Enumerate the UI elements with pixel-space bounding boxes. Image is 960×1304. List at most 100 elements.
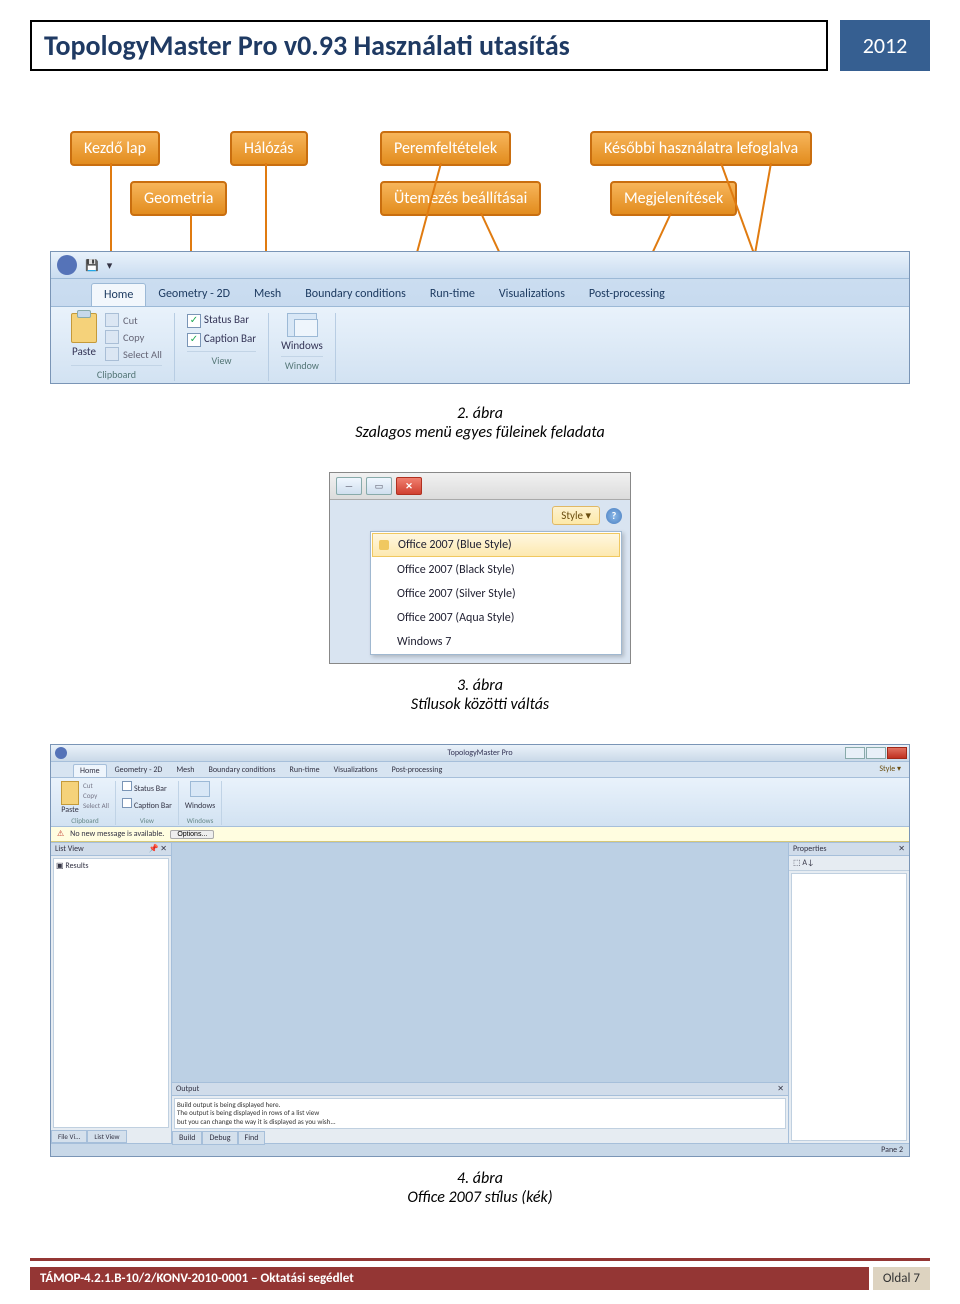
tab-find[interactable]: Find: [238, 1131, 266, 1145]
message-bar: ⚠ No new message is available. Options..…: [51, 827, 909, 842]
property-grid[interactable]: [791, 873, 907, 1141]
app-logo-icon: [55, 747, 67, 759]
caption-bar-check[interactable]: ✓Caption Bar: [187, 332, 256, 347]
style-button[interactable]: Style ▾: [879, 764, 907, 777]
footer-project: TÁMOP-4.2.1.B-10/2/KONV-2010-0001 – Okta…: [30, 1267, 869, 1290]
group-window: Windows Window: [269, 313, 336, 381]
list-view[interactable]: ▣ Results: [53, 858, 169, 1128]
select-all-button[interactable]: Select All: [105, 347, 162, 361]
message-text: No new message is available.: [70, 829, 164, 839]
tab-mesh[interactable]: Mesh: [170, 764, 200, 777]
tab-runtime[interactable]: Run-time: [284, 764, 326, 777]
tab-boundary[interactable]: Boundary conditions: [293, 283, 418, 306]
tab-postprocessing[interactable]: Post-processing: [386, 764, 449, 777]
tab-boundary[interactable]: Boundary conditions: [202, 764, 281, 777]
style-button[interactable]: Style ▾: [552, 506, 600, 525]
footer-page: Oldal 7: [869, 1267, 930, 1290]
app-titlebar: TopologyMaster Pro: [51, 745, 909, 762]
maximize-icon[interactable]: ▭: [366, 477, 392, 495]
figure-ribbon: 💾 ▾ Home Geometry - 2D Mesh Boundary con…: [50, 251, 910, 384]
options-button[interactable]: Options...: [170, 830, 214, 839]
main-canvas[interactable]: Output✕ Build output is being displayed …: [172, 843, 788, 1143]
style-option[interactable]: Windows 7: [371, 630, 621, 654]
close-icon[interactable]: ✕: [777, 1084, 784, 1094]
right-pane: Properties✕ ⬚ A↓: [788, 843, 909, 1143]
windows-button[interactable]: Windows: [281, 339, 323, 352]
close-icon[interactable]: ✕: [396, 477, 422, 495]
output-pane: Output✕ Build output is being displayed …: [172, 1082, 788, 1143]
paste-icon: [61, 781, 79, 805]
down-icon[interactable]: ▾: [107, 259, 113, 272]
select-all-icon: [105, 347, 119, 361]
ribbon-body: Paste Cut Copy Select All Clipboard ✓Sta…: [51, 306, 909, 383]
copy-button[interactable]: Copy: [83, 791, 109, 800]
status-bar-check[interactable]: ✓Status Bar: [187, 313, 249, 328]
tab-visualizations[interactable]: Visualizations: [328, 764, 384, 777]
doc-title: TopologyMaster Pro v0.93 Használati utas…: [30, 20, 828, 71]
figure-app-window: TopologyMaster Pro Home Geometry - 2D Me…: [50, 744, 910, 1157]
windows-button[interactable]: Windows: [185, 801, 215, 811]
style-option[interactable]: Office 2007 (Silver Style): [371, 582, 621, 606]
callout-geometry: Geometria: [130, 181, 227, 216]
group-view: ✓Status Bar ✓Caption Bar View: [175, 313, 269, 381]
save-icon[interactable]: 💾: [85, 259, 99, 272]
group-clipboard: Paste Cut Copy Select All Clipboard: [59, 313, 175, 381]
group-label: View: [187, 351, 256, 367]
quick-access-toolbar: 💾 ▾: [51, 252, 909, 279]
cut-icon: [105, 313, 119, 327]
group-label: Window: [281, 356, 323, 372]
app-logo-icon: [57, 255, 77, 275]
copy-icon: [105, 330, 119, 344]
copy-button[interactable]: Copy: [105, 330, 162, 344]
callout-runtime: Ütemezés beállításai: [380, 181, 541, 216]
minimize-icon[interactable]: [845, 747, 865, 759]
tab-postprocessing[interactable]: Post-processing: [577, 283, 677, 306]
callout-bc: Peremfeltételek: [380, 131, 511, 166]
window-controls: — ▭ ✕: [330, 473, 630, 500]
tree-item[interactable]: ▣ Results: [56, 861, 89, 871]
close-icon[interactable]: ✕: [898, 844, 905, 854]
left-pane: List View📌 ✕ ▣ Results File Vi... List V…: [51, 843, 172, 1143]
app-tabs: Home Geometry - 2D Mesh Boundary conditi…: [51, 762, 909, 777]
tab-visualizations[interactable]: Visualizations: [487, 283, 577, 306]
tab-geometry[interactable]: Geometry - 2D: [109, 764, 169, 777]
status-bar-check[interactable]: Status Bar: [122, 781, 172, 794]
style-option[interactable]: Office 2007 (Blue Style): [372, 533, 620, 557]
tab-mesh[interactable]: Mesh: [242, 283, 293, 306]
tab-fileview[interactable]: File Vi...: [51, 1130, 87, 1143]
warning-icon: ⚠: [57, 829, 64, 839]
figure-style-menu: — ▭ ✕ Style ▾ ? Office 2007 (Blue Style)…: [329, 472, 631, 664]
maximize-icon[interactable]: [866, 747, 886, 759]
figure-2-caption: 2. ábra Szalagos menü egyes füleinek fel…: [30, 404, 930, 442]
callout-mesh: Hálózás: [230, 131, 308, 166]
callout-vis: Megjelenítések: [610, 181, 737, 216]
tab-build[interactable]: Build: [172, 1131, 202, 1145]
pin-icon[interactable]: 📌 ✕: [149, 844, 167, 854]
style-option[interactable]: Office 2007 (Black Style): [371, 558, 621, 582]
callout-home: Kezdő lap: [70, 131, 160, 166]
cut-button[interactable]: Cut: [83, 781, 109, 790]
windows-icon: [190, 781, 210, 797]
tab-geometry[interactable]: Geometry - 2D: [146, 283, 242, 306]
sort-icon[interactable]: ⬚ A↓: [793, 858, 814, 868]
paste-button[interactable]: Paste: [71, 313, 97, 358]
style-dropdown: Office 2007 (Blue Style) Office 2007 (Bl…: [370, 531, 622, 655]
tab-debug[interactable]: Debug: [202, 1131, 237, 1145]
tab-runtime[interactable]: Run-time: [418, 283, 487, 306]
help-icon[interactable]: ?: [606, 508, 622, 524]
caption-bar-check[interactable]: Caption Bar: [122, 798, 172, 811]
paste-button[interactable]: Paste: [61, 781, 79, 815]
tab-home[interactable]: Home: [73, 764, 107, 777]
windows-icon: [287, 313, 317, 337]
cut-button[interactable]: Cut: [105, 313, 162, 327]
app-body: List View📌 ✕ ▣ Results File Vi... List V…: [51, 842, 909, 1143]
tab-home[interactable]: Home: [91, 283, 146, 306]
select-all-button[interactable]: Select All: [83, 801, 109, 810]
close-icon[interactable]: [887, 747, 907, 759]
app-ribbon: Paste Cut Copy Select All Clipboard Stat…: [51, 777, 909, 827]
style-option[interactable]: Office 2007 (Aqua Style): [371, 606, 621, 630]
tab-listview[interactable]: List View: [87, 1130, 126, 1143]
page-footer: TÁMOP-4.2.1.B-10/2/KONV-2010-0001 – Okta…: [30, 1258, 930, 1290]
minimize-icon[interactable]: —: [336, 477, 362, 495]
callout-reserved: Későbbi használatra lefoglalva: [590, 131, 812, 166]
